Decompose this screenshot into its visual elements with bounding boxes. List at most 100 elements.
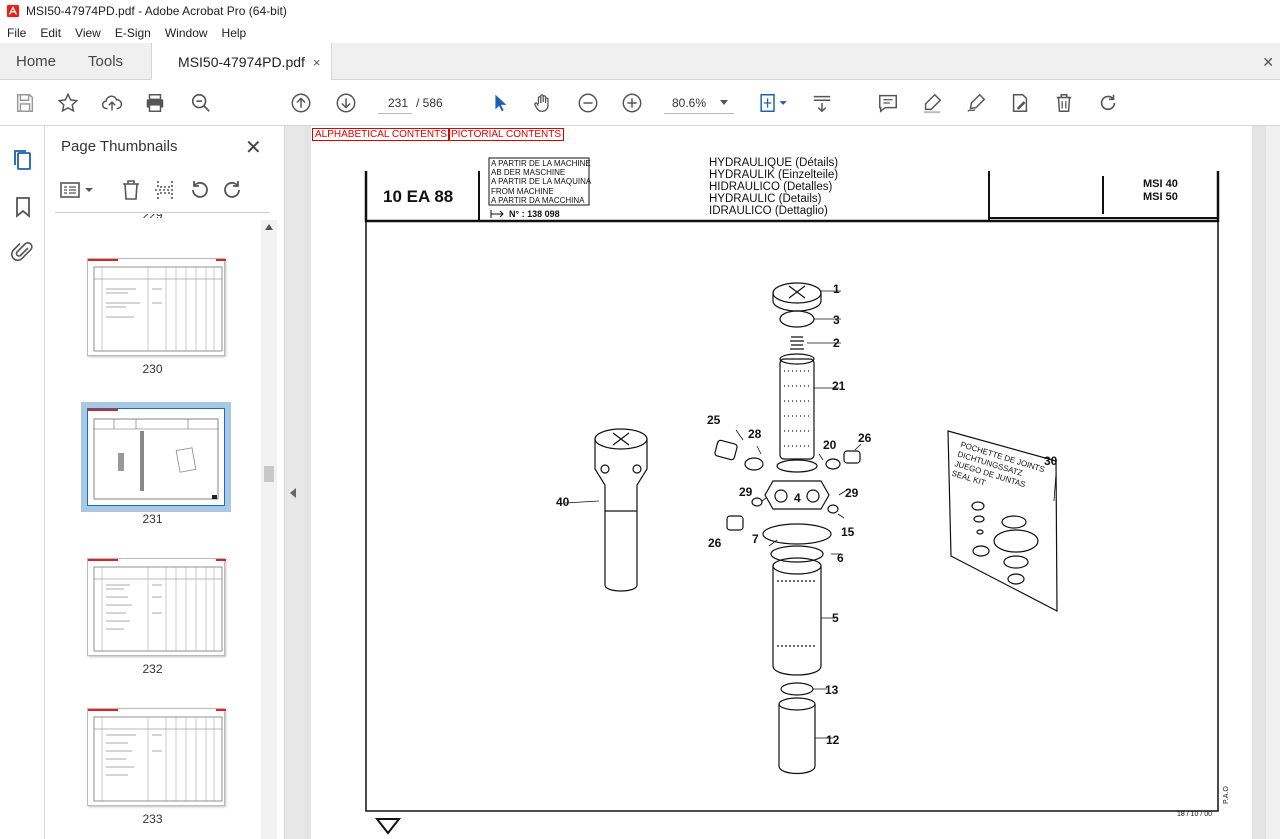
save-icon[interactable] bbox=[13, 91, 37, 115]
print-icon[interactable] bbox=[143, 91, 167, 115]
left-rail bbox=[0, 126, 45, 839]
section-title-line: HYDRAULIC (Details) bbox=[709, 193, 822, 205]
hand-tool-icon[interactable] bbox=[531, 91, 555, 115]
menu-esign[interactable]: E-Sign bbox=[108, 26, 158, 40]
model-name: MSI 40 bbox=[1143, 178, 1178, 190]
callout-label: 7 bbox=[752, 532, 759, 546]
panel-close-icon[interactable]: ✕ bbox=[245, 135, 262, 160]
fit-page-icon[interactable] bbox=[756, 91, 792, 115]
chevron-down-icon bbox=[720, 100, 728, 105]
thumbnail-scrollbar[interactable] bbox=[261, 220, 277, 839]
highlight-pen-icon[interactable] bbox=[920, 91, 944, 115]
callout-label: 26 bbox=[708, 536, 722, 550]
model-list: MSI 40 MSI 50 bbox=[1143, 178, 1178, 204]
callout-label: 28 bbox=[748, 427, 762, 441]
menu-view[interactable]: View bbox=[68, 26, 108, 40]
callout-label: 29 bbox=[739, 485, 753, 499]
document-scrollbar[interactable] bbox=[1266, 126, 1280, 839]
scrollbar-thumb[interactable] bbox=[264, 466, 274, 482]
callout-label: 26 bbox=[858, 431, 872, 445]
bookmark-icon[interactable] bbox=[11, 195, 35, 219]
zoom-out-icon[interactable] bbox=[576, 91, 600, 115]
extract-pages-icon[interactable] bbox=[153, 178, 177, 202]
divider bbox=[55, 212, 270, 213]
delete-page-icon[interactable] bbox=[119, 178, 143, 202]
rotate-left-icon[interactable] bbox=[187, 178, 211, 202]
from-machine-line: AB DER MASCHINE bbox=[491, 168, 566, 178]
menu-edit[interactable]: Edit bbox=[33, 26, 68, 40]
callout-label: 5 bbox=[832, 611, 839, 625]
thumbnail-page[interactable] bbox=[87, 558, 226, 656]
from-machine-box: A PARTIR DE LA MACHINE AB DER MASCHINE A… bbox=[491, 159, 591, 205]
page-thumbnails-panel: Page Thumbnails ✕ 229 230 bbox=[45, 126, 285, 839]
callout-label: 6 bbox=[837, 551, 844, 565]
star-icon[interactable] bbox=[56, 91, 80, 115]
rotate-right-icon[interactable] bbox=[221, 178, 245, 202]
thumbnail-label: 232 bbox=[142, 662, 163, 676]
upload-cloud-icon[interactable] bbox=[100, 91, 124, 115]
thumbnail-page[interactable] bbox=[87, 258, 226, 356]
menu-help[interactable]: Help bbox=[215, 26, 254, 40]
scroll-up-icon[interactable] bbox=[265, 224, 273, 230]
tab-document[interactable]: MSI50-47974PD.pdf × bbox=[151, 43, 332, 81]
comment-icon[interactable] bbox=[876, 91, 900, 115]
thumbnail-toolbar bbox=[45, 174, 285, 210]
callout-label: 15 bbox=[841, 525, 855, 539]
zoom-level-value: 80.6% bbox=[672, 96, 707, 110]
menu-window[interactable]: Window bbox=[158, 26, 215, 40]
section-title-line: HIDRAULICO (Detalles) bbox=[709, 181, 833, 193]
pdf-page: ALPHABETICAL CONTENTS PICTORIAL CONTENTS bbox=[311, 126, 1252, 839]
callout-label: 40 bbox=[556, 495, 570, 509]
edit-pdf-icon[interactable] bbox=[1008, 91, 1032, 115]
thumbnail-page-selected[interactable] bbox=[81, 402, 231, 512]
zoom-level-dropdown[interactable]: 80.6% bbox=[664, 92, 734, 114]
callout-label: 21 bbox=[832, 379, 846, 393]
thumbnail-page[interactable] bbox=[87, 708, 226, 806]
exploded-filter-diagram bbox=[564, 282, 1058, 775]
scroll-mode-icon[interactable] bbox=[810, 91, 834, 115]
delete-icon[interactable] bbox=[1052, 91, 1076, 115]
section-title-line: HYDRAULIQUE (Détails) bbox=[709, 157, 839, 169]
from-machine-line: A PARTIR DE LA MACHINE bbox=[491, 159, 591, 168]
section-title-line: IDRAULICO (Dettaglio) bbox=[709, 205, 828, 217]
collapse-arrow-icon bbox=[290, 488, 296, 498]
close-all-icon[interactable]: ✕ bbox=[1262, 54, 1274, 71]
tab-tools[interactable]: Tools bbox=[72, 43, 139, 79]
thumbnail-list: 229 230 231 bbox=[45, 214, 260, 839]
page-thumbnails-icon[interactable] bbox=[11, 148, 35, 172]
main-toolbar: 231 / 586 80.6% bbox=[0, 80, 1280, 126]
callout-label: 20 bbox=[823, 438, 837, 452]
page-number-input[interactable]: 231 bbox=[378, 92, 412, 114]
thumbnail-preview bbox=[88, 409, 219, 500]
callout-label: 2 bbox=[833, 336, 840, 350]
select-cursor-icon[interactable] bbox=[488, 91, 512, 115]
menu-file[interactable]: File bbox=[0, 26, 33, 40]
thumbnail-preview bbox=[88, 259, 226, 352]
callout-label: 30 bbox=[1044, 454, 1058, 468]
callout-label: 29 bbox=[845, 486, 859, 500]
previous-page-icon[interactable] bbox=[289, 91, 313, 115]
tab-bar: Home Tools MSI50-47974PD.pdf × ✕ bbox=[0, 43, 1280, 81]
redo-icon[interactable] bbox=[1096, 91, 1120, 115]
tab-home[interactable]: Home bbox=[0, 43, 72, 79]
document-viewer[interactable]: ALPHABETICAL CONTENTS PICTORIAL CONTENTS bbox=[303, 126, 1280, 839]
thumbnail-options-icon[interactable] bbox=[59, 178, 95, 202]
menu-bar: File Edit View E-Sign Window Help bbox=[0, 22, 1280, 43]
panel-title: Page Thumbnails bbox=[61, 138, 178, 155]
thumbnail-label: 231 bbox=[142, 512, 163, 526]
from-machine-line: FROM MACHINE bbox=[491, 186, 554, 196]
next-page-icon[interactable] bbox=[334, 91, 358, 115]
zoom-in-icon[interactable] bbox=[620, 91, 644, 115]
window-title: MSI50-47974PD.pdf - Adobe Acrobat Pro (6… bbox=[26, 4, 287, 18]
section-titles: HYDRAULIQUE (Détails) HYDRAULIK (Einzelt… bbox=[709, 157, 838, 217]
attachment-icon[interactable] bbox=[11, 240, 35, 264]
page-code: P.A.O bbox=[1223, 786, 1230, 804]
tab-close-icon[interactable]: × bbox=[313, 55, 321, 70]
thumbnail-preview bbox=[88, 559, 226, 652]
callout-label: 25 bbox=[707, 413, 721, 427]
sign-pen-icon[interactable] bbox=[964, 91, 988, 115]
panel-collapse-handle[interactable] bbox=[285, 126, 303, 839]
reference-code: 10 EA 88 bbox=[383, 187, 454, 206]
zoom-search-icon[interactable] bbox=[189, 91, 213, 115]
page-frame-drawing bbox=[364, 157, 1220, 835]
